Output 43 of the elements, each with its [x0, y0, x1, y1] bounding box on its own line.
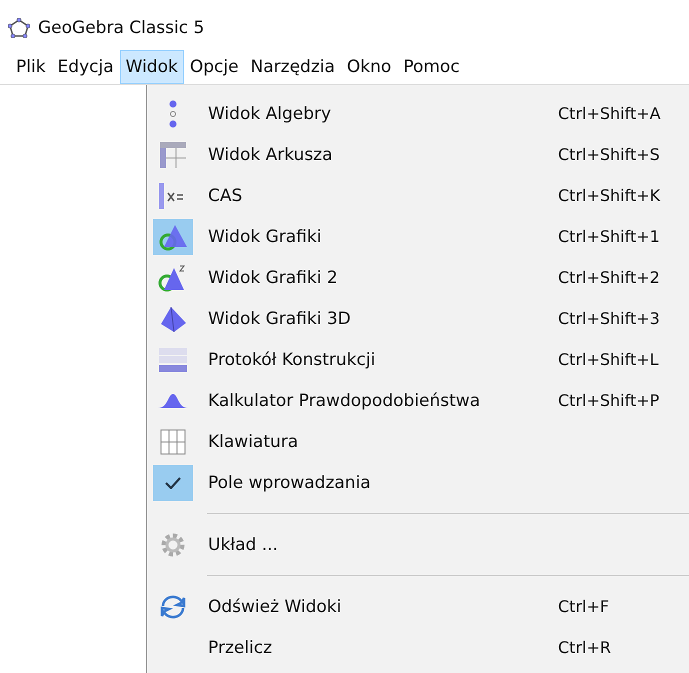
dots-icon [168, 100, 178, 128]
refresh-icon [160, 594, 186, 620]
menu-bar-item[interactable]: Widok [120, 50, 184, 84]
gear-icon [160, 532, 186, 558]
menu-bar-item[interactable]: Okno [340, 50, 398, 84]
shortcut-text: Ctrl+Shift+K [558, 186, 660, 205]
menu-bar-item[interactable]: Opcje [184, 50, 245, 84]
menu-item[interactable]: Protokół Konstrukcji [208, 350, 558, 370]
shortcut-text: Ctrl+R [558, 638, 611, 657]
shortcut-text: Ctrl+Shift+2 [558, 268, 660, 287]
menu-item[interactable]: Widok Grafiki 2 [208, 268, 558, 288]
menu-item[interactable]: CAS [208, 186, 558, 206]
shortcut-text: Ctrl+Shift+A [558, 104, 661, 123]
menu-item[interactable]: Widok Grafiki [208, 226, 558, 246]
shortcut-text: Ctrl+Shift+P [558, 391, 660, 410]
menu-item[interactable]: Układ ... [208, 534, 558, 554]
menu-item[interactable]: Pole wprowadzania [208, 472, 558, 492]
menu-bar-item[interactable]: Edycja [52, 50, 120, 84]
menu-item[interactable]: Widok Arkusza [208, 144, 558, 164]
menu-bar-item[interactable]: Narzędzia [244, 50, 341, 84]
triangle-circle-icon [158, 264, 188, 292]
shortcut-text: Ctrl+Shift+3 [558, 309, 660, 328]
menu-bar-item[interactable]: Pomoc [397, 50, 466, 84]
menu-item[interactable]: Widok Grafiki 3D [208, 308, 558, 328]
shortcut-text: Ctrl+Shift+L [558, 350, 659, 369]
menu-bar-item[interactable]: Plik [10, 50, 52, 84]
window-title: GeoGebra Classic 5 [38, 18, 204, 38]
menu-item[interactable]: Kalkulator Prawdopodobieństwa [208, 390, 558, 410]
pyramid-icon [159, 304, 187, 332]
triangle-circle-icon [158, 222, 188, 250]
shortcut-text: Ctrl+F [558, 597, 610, 616]
checkmark-icon [165, 476, 181, 488]
bell-curve-icon [158, 392, 188, 408]
pentagon-logo-icon [8, 18, 30, 38]
spreadsheet-icon [160, 142, 186, 168]
menu-item[interactable]: Odśwież Widoki [208, 596, 558, 616]
shortcut-text: Ctrl+Shift+1 [558, 227, 660, 246]
keyboard-icon [160, 428, 186, 454]
table-icon [159, 348, 187, 372]
menu-item[interactable]: Widok Algebry [208, 104, 558, 124]
menu-item[interactable]: Przelicz [208, 638, 558, 658]
menu-item[interactable]: Klawiatura [208, 432, 558, 452]
shortcut-text: Ctrl+Shift+S [558, 145, 660, 164]
